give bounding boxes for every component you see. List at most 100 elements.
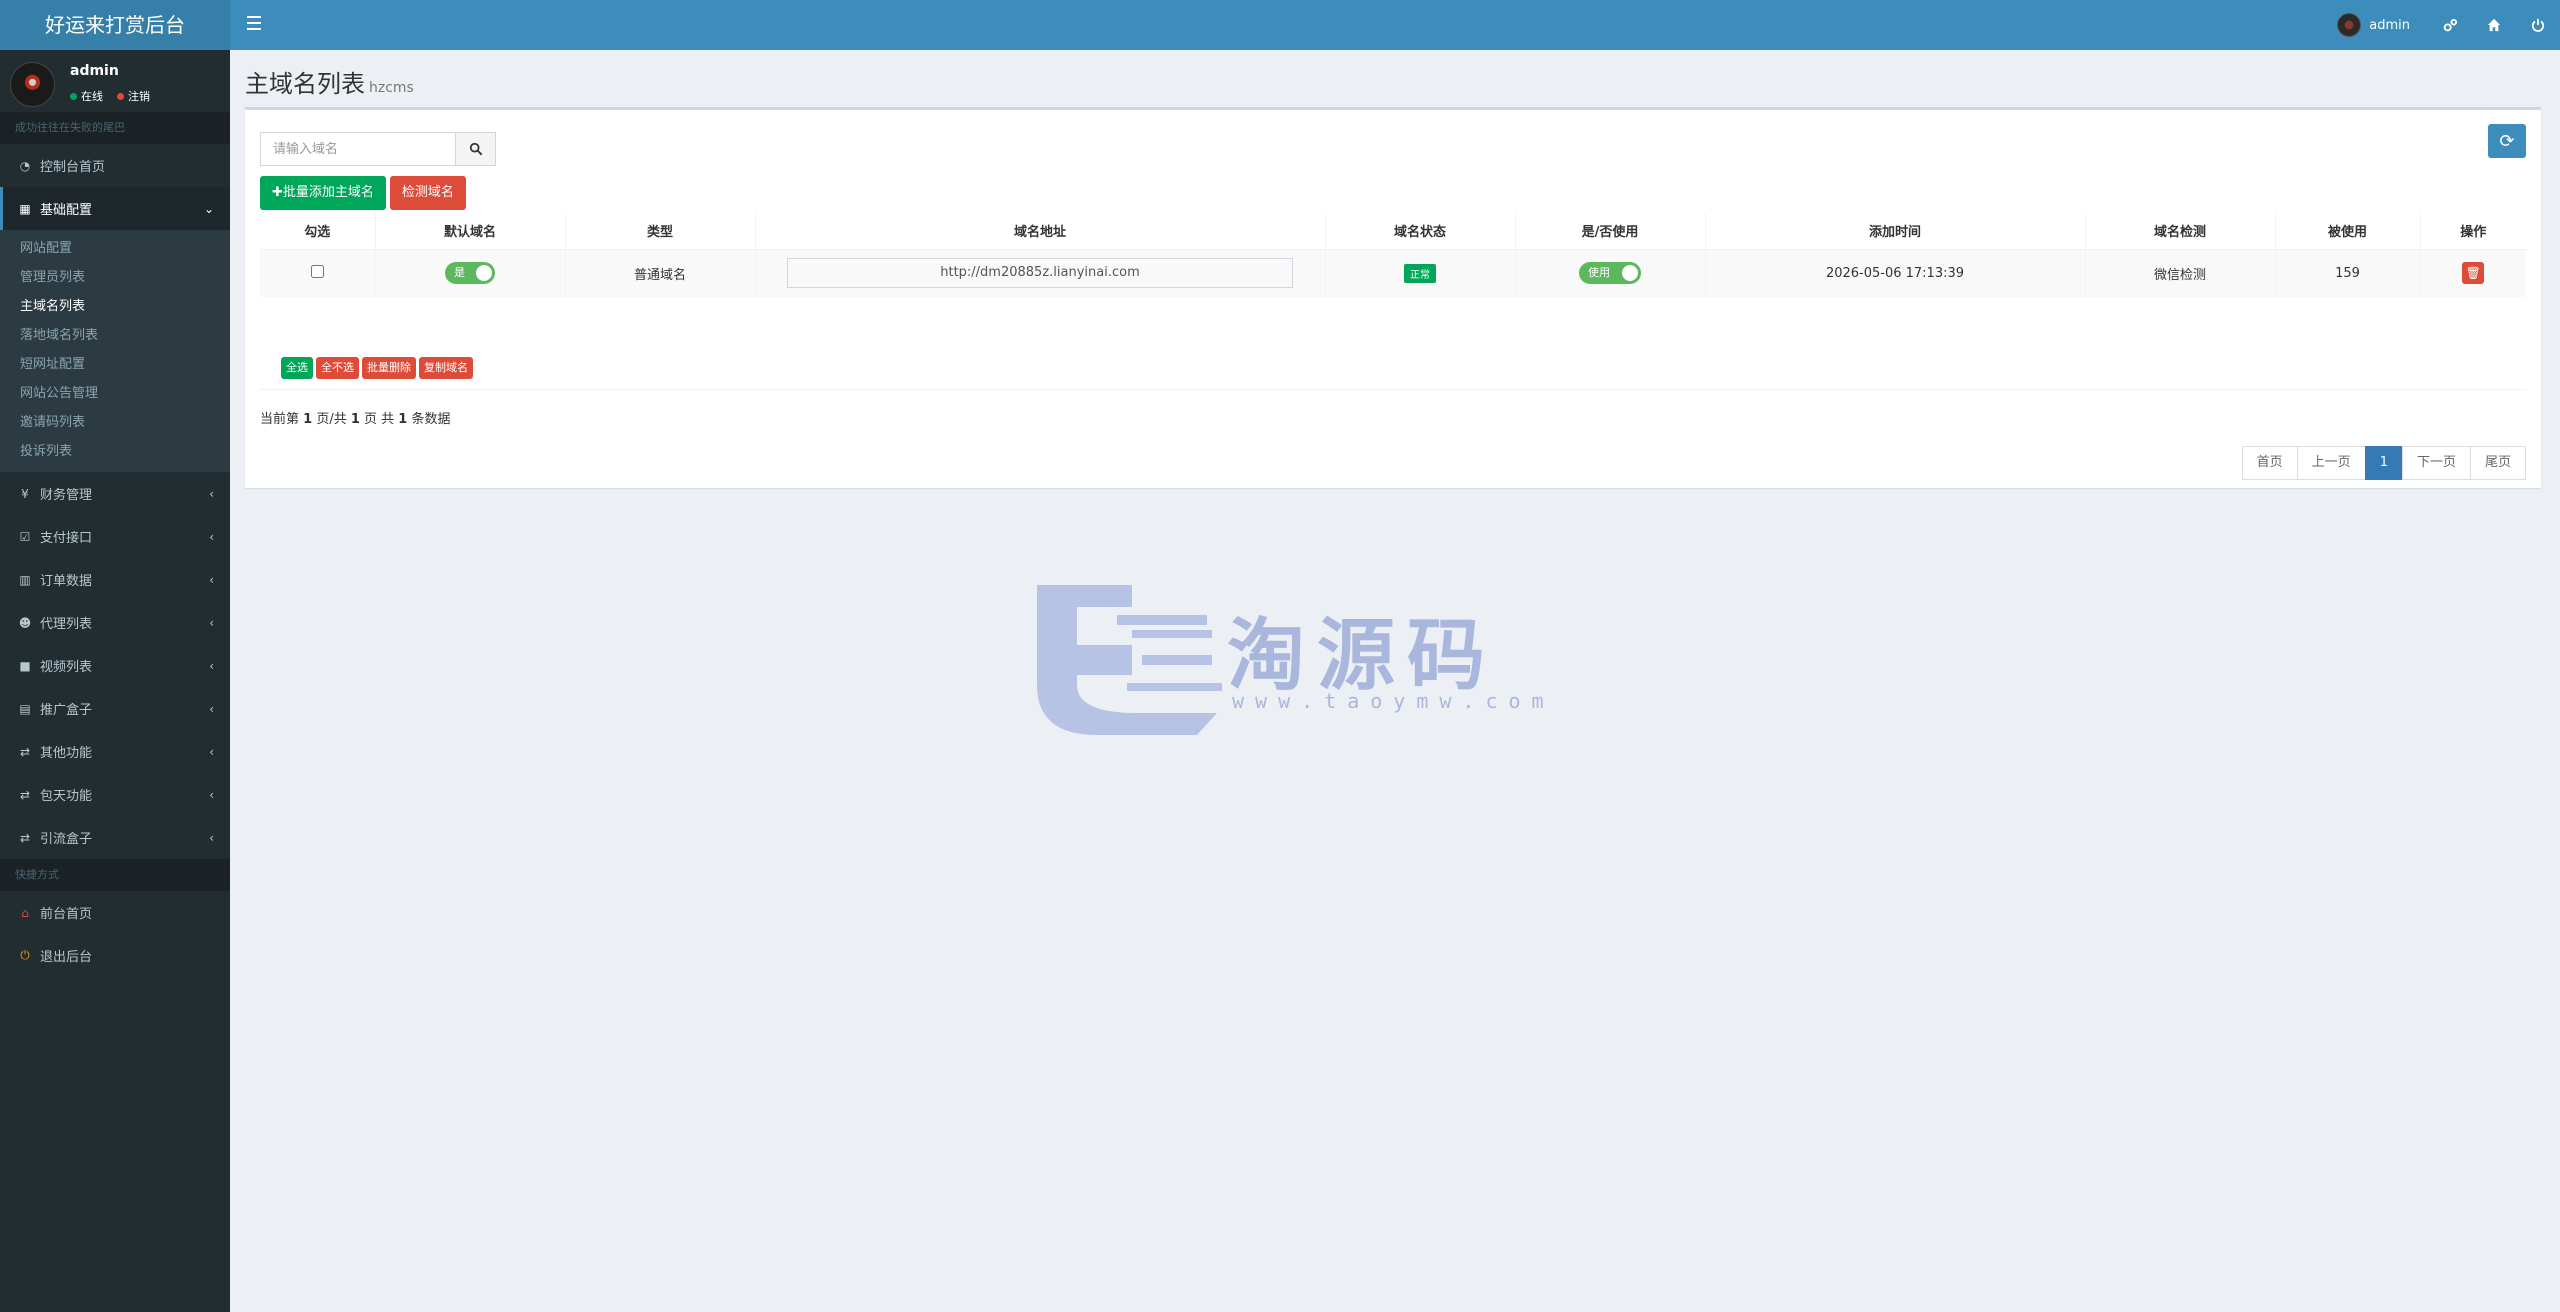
select-none-button[interactable]: 全不选 xyxy=(316,357,359,379)
domain-list-box: ⟳ ✚批量添加主域名 检测域名 勾选 默认域名 类型 域名地址 域名状态 是/否… xyxy=(245,107,2541,488)
page-info: 当前第 1 页/共 1 页 共 1 条数据 xyxy=(260,408,450,427)
sidebar-item-exit[interactable]: ⏻ 退出后台 xyxy=(0,934,230,977)
col-default: 默认域名 xyxy=(374,213,565,250)
search-bar xyxy=(260,132,496,166)
chevron-left-icon: ‹ xyxy=(209,572,214,587)
cell-used-count: 159 xyxy=(2274,248,2420,297)
user-panel: admin 在线 注销 xyxy=(0,50,230,112)
copy-domain-button[interactable]: 复制域名 xyxy=(419,357,473,379)
home-icon[interactable] xyxy=(2472,0,2516,50)
domain-table: 勾选 默认域名 类型 域名地址 域名状态 是/否使用 添加时间 域名检测 被使用… xyxy=(260,213,2526,297)
avatar xyxy=(10,62,55,107)
col-used-count: 被使用 xyxy=(2274,213,2420,250)
table-header-row: 勾选 默认域名 类型 域名地址 域名状态 是/否使用 添加时间 域名检测 被使用… xyxy=(260,213,2526,250)
search-input[interactable] xyxy=(260,132,456,166)
watermark-text: 淘源码 xyxy=(1227,611,1498,701)
col-in-use: 是/否使用 xyxy=(1514,213,1705,250)
sidebar-subitem-notice-management[interactable]: 网站公告管理 xyxy=(0,379,230,408)
domain-url-field[interactable]: http://dm20885z.lianyinai.com xyxy=(787,258,1293,289)
pagination: 首页 上一页 1 下一页 尾页 xyxy=(2241,446,2526,480)
sidebar-item-dashboard[interactable]: ◔ 控制台首页 xyxy=(0,144,230,187)
page-info-count: 1 xyxy=(398,412,408,427)
sidebar-item-basic-config[interactable]: ▦ 基础配置 ⌄ xyxy=(0,187,230,230)
refresh-icon: ⟳ xyxy=(2499,130,2515,152)
top-navbar: admin xyxy=(230,0,2560,50)
avatar xyxy=(2337,13,2362,37)
sidebar-toggle-icon[interactable] xyxy=(244,12,264,34)
sidebar-subitem-admin-list[interactable]: 管理员列表 xyxy=(0,263,230,292)
check-domain-button[interactable]: 检测域名 xyxy=(389,176,466,210)
online-status[interactable]: 在线 xyxy=(70,88,103,104)
sidebar: admin 在线 注销 成功往往在失败的尾巴 ◔ 控制台首页 ▦ 基础配置 ⌄ … xyxy=(0,50,230,1312)
select-all-button[interactable]: 全选 xyxy=(281,357,313,379)
home-icon: ⌂ xyxy=(21,905,29,920)
chevron-left-icon: ‹ xyxy=(209,615,214,630)
online-label: 在线 xyxy=(81,90,103,103)
table-icon: ▤ xyxy=(19,701,31,716)
watermark: 淘源码 www.taoymw.com xyxy=(1037,585,1544,735)
search-icon xyxy=(469,142,482,156)
chevron-left-icon: ‹ xyxy=(209,486,214,501)
sidebar-subitem-short-url-config[interactable]: 短网址配置 xyxy=(0,350,230,379)
batch-delete-button[interactable]: 批量删除 xyxy=(362,357,416,379)
sidebar-subitem-landing-domain-list[interactable]: 落地域名列表 xyxy=(0,321,230,350)
users-icon: ☻ xyxy=(18,615,32,630)
default-domain-toggle[interactable]: 是 xyxy=(445,262,495,285)
sidebar-item-traffic-box[interactable]: ⇄ 引流盒子 ‹ xyxy=(0,816,230,859)
online-dot-icon xyxy=(70,93,77,100)
page-info-text: 页 共 xyxy=(359,412,399,427)
chevron-left-icon: ‹ xyxy=(209,830,214,845)
cell-status: 正常 xyxy=(1324,248,1515,297)
chevron-left-icon: ‹ xyxy=(209,701,214,716)
navbar-right: admin xyxy=(2319,0,2560,50)
sidebar-subitem-complaint-list[interactable]: 投诉列表 xyxy=(0,437,230,466)
sidebar-item-payment[interactable]: ☑ 支付接口 ‹ xyxy=(0,515,230,558)
sidebar-subitem-main-domain-list[interactable]: 主域名列表 xyxy=(0,292,230,321)
sidebar-subitem-invite-code-list[interactable]: 邀请码列表 xyxy=(0,408,230,437)
pager-first[interactable]: 首页 xyxy=(2241,446,2298,480)
logout-link[interactable]: 注销 xyxy=(117,88,150,104)
check-square-icon: ☑ xyxy=(19,529,31,544)
sidebar-item-promo-box[interactable]: ▤ 推广盒子 ‹ xyxy=(0,687,230,730)
col-domain-check: 域名检测 xyxy=(2084,213,2275,250)
trash-icon: 🗑 xyxy=(2465,266,2481,281)
chevron-left-icon: ‹ xyxy=(209,787,214,802)
pager-next[interactable]: 下一页 xyxy=(2401,446,2471,480)
cell-url: http://dm20885z.lianyinai.com xyxy=(754,248,1325,297)
app-logo[interactable]: 好运来打赏后台 xyxy=(0,0,230,50)
search-button[interactable] xyxy=(456,132,496,166)
sidebar-item-label: 支付接口 xyxy=(40,531,93,546)
sidebar-item-label: 包天功能 xyxy=(40,789,93,804)
sidebar-item-orders[interactable]: ▥ 订单数据 ‹ xyxy=(0,558,230,601)
chevron-left-icon: ‹ xyxy=(209,529,214,544)
sidebar-subitem-site-config[interactable]: 网站配置 xyxy=(0,234,230,263)
sidebar-item-label: 视频列表 xyxy=(40,660,93,675)
sidebar-item-label: 引流盒子 xyxy=(40,832,93,847)
power-icon[interactable] xyxy=(2516,0,2560,50)
user-menu[interactable]: admin xyxy=(2319,13,2428,37)
sidebar-item-daily[interactable]: ⇄ 包天功能 ‹ xyxy=(0,773,230,816)
chevron-left-icon: ‹ xyxy=(209,744,214,759)
batch-add-button[interactable]: ✚批量添加主域名 xyxy=(260,176,386,210)
settings-icon[interactable] xyxy=(2428,0,2472,50)
sidebar-header: 快捷方式 xyxy=(0,859,230,891)
sidebar-item-other[interactable]: ⇄ 其他功能 ‹ xyxy=(0,730,230,773)
pager-last[interactable]: 尾页 xyxy=(2469,446,2526,480)
row-checkbox[interactable] xyxy=(310,264,324,278)
cell-default: 是 xyxy=(374,248,565,297)
sidebar-item-front-home[interactable]: ⌂ 前台首页 xyxy=(0,891,230,934)
sidebar-item-agents[interactable]: ☻ 代理列表 ‹ xyxy=(0,601,230,644)
sidebar-user-name: admin xyxy=(70,63,119,79)
sidebar-item-finance[interactable]: ¥ 财务管理 ‹ xyxy=(0,472,230,515)
dashboard-icon: ◔ xyxy=(19,158,31,173)
retweet-icon: ⇄ xyxy=(19,830,31,845)
pager-current[interactable]: 1 xyxy=(2364,446,2403,480)
sidebar-item-videos[interactable]: ■ 视频列表 ‹ xyxy=(0,644,230,687)
refresh-button[interactable]: ⟳ xyxy=(2488,124,2526,158)
user-status: 在线 注销 xyxy=(70,88,150,104)
cell-select xyxy=(260,248,375,297)
in-use-toggle[interactable]: 使用 xyxy=(1579,262,1641,285)
col-select: 勾选 xyxy=(260,213,375,250)
delete-button[interactable]: 🗑 xyxy=(2462,262,2485,285)
pager-prev[interactable]: 上一页 xyxy=(2296,446,2366,480)
